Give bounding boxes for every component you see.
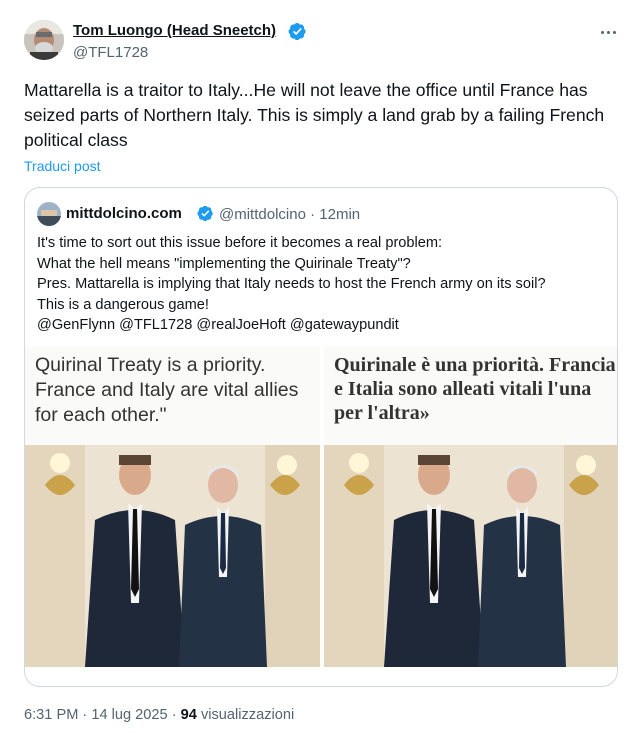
verified-badge-icon <box>288 22 306 41</box>
author-avatar[interactable] <box>24 20 64 60</box>
image-panel-english[interactable]: Quirinal Treaty is a priority. France an… <box>25 347 320 667</box>
leaders-photo <box>25 445 320 667</box>
quoted-tweet[interactable]: mittdolcino.com @mittdolcino · 12min It'… <box>24 187 618 687</box>
image-caption-english: Quirinal Treaty is a priority. France an… <box>35 354 299 426</box>
quote-author-name[interactable]: mittdolcino.com <box>66 205 182 222</box>
quote-line: Pres. Mattarella is implying that Italy … <box>37 276 546 292</box>
tweet-text: Mattarella is a traitor to Italy...He wi… <box>24 80 605 150</box>
quote-text: It's time to sort out this issue before … <box>37 233 612 336</box>
tweet: Tom Luongo (Head Sneetch) @TFL1728 Matta… <box>0 0 637 733</box>
post-date[interactable]: 14 lug 2025 <box>91 707 167 723</box>
views-count: 94 <box>180 707 197 723</box>
separator-dot: · <box>310 206 316 223</box>
views-label: visualizzazioni <box>200 707 295 723</box>
quote-images[interactable]: Quirinal Treaty is a priority. France an… <box>25 347 617 667</box>
quote-line: It's time to sort out this issue before … <box>37 235 443 251</box>
separator-dot: · <box>82 707 88 723</box>
quote-author-handle[interactable]: @mittdolcino <box>219 206 306 223</box>
separator-dot: · <box>171 707 177 723</box>
image-caption-italian: Quirinale è una priorità. Francia e Ital… <box>334 354 616 424</box>
tweet-footer: 6:31 PM · 14 lug 2025 · 94 visualizzazio… <box>24 707 294 723</box>
image-panel-italian[interactable]: Quirinale è una priorità. Francia e Ital… <box>324 347 617 667</box>
post-time[interactable]: 6:31 PM <box>24 707 78 723</box>
translate-post-link[interactable]: Traduci post <box>24 158 101 174</box>
quote-line: What the hell means "implementing the Qu… <box>37 255 411 272</box>
quote-author-avatar[interactable] <box>37 202 61 226</box>
author-name[interactable]: Tom Luongo (Head Sneetch) <box>73 22 276 39</box>
leaders-photo <box>324 445 617 667</box>
quote-line-mentions[interactable]: @GenFlynn @TFL1728 @realJoeHoft @gateway… <box>37 315 612 336</box>
quote-line: This is a dangerous game! <box>37 296 209 313</box>
author-handle[interactable]: @TFL1728 <box>73 44 148 61</box>
quote-meta: @mittdolcino · 12min <box>219 206 360 223</box>
more-dots-icon[interactable] <box>596 22 620 42</box>
quote-time[interactable]: 12min <box>319 206 360 223</box>
verified-badge-icon <box>197 205 213 222</box>
